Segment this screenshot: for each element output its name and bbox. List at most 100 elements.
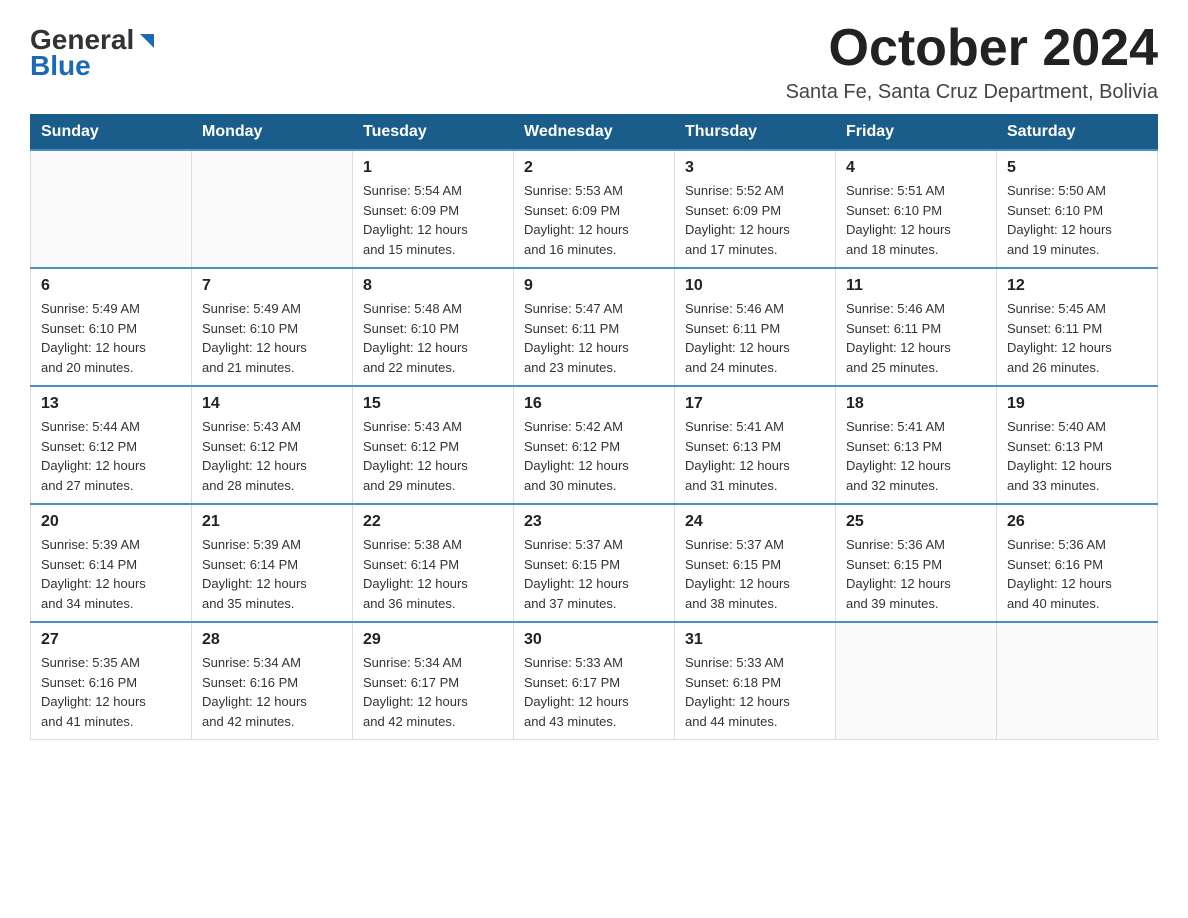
- calendar-cell: 20 Sunrise: 5:39 AMSunset: 6:14 PMDayligh…: [31, 504, 192, 622]
- calendar-cell: 8 Sunrise: 5:48 AMSunset: 6:10 PMDaylight…: [353, 268, 514, 386]
- calendar-cell: 13 Sunrise: 5:44 AMSunset: 6:12 PMDayligh…: [31, 386, 192, 504]
- calendar-cell: 24 Sunrise: 5:37 AMSunset: 6:15 PMDayligh…: [675, 504, 836, 622]
- calendar-cell: 22 Sunrise: 5:38 AMSunset: 6:14 PMDayligh…: [353, 504, 514, 622]
- calendar-cell: 28 Sunrise: 5:34 AMSunset: 6:16 PMDayligh…: [192, 622, 353, 740]
- day-number: 15: [363, 395, 503, 413]
- day-number: 12: [1007, 277, 1147, 295]
- day-number: 18: [846, 395, 986, 413]
- calendar-cell: [192, 150, 353, 268]
- title-area: October 2024 Santa Fe, Santa Cruz Depart…: [786, 20, 1158, 104]
- day-number: 13: [41, 395, 181, 413]
- calendar-cell: [31, 150, 192, 268]
- day-number: 26: [1007, 513, 1147, 531]
- day-number: 5: [1007, 159, 1147, 177]
- calendar-cell: 6 Sunrise: 5:49 AMSunset: 6:10 PMDaylight…: [31, 268, 192, 386]
- day-number: 10: [685, 277, 825, 295]
- calendar-cell: 23 Sunrise: 5:37 AMSunset: 6:15 PMDayligh…: [514, 504, 675, 622]
- day-info: Sunrise: 5:46 AMSunset: 6:11 PMDaylight:…: [846, 299, 986, 377]
- weekday-header-friday: Friday: [836, 115, 997, 151]
- calendar-cell: 31Sunrise: 5:33 AMSunset: 6:18 PMDayligh…: [675, 622, 836, 740]
- day-info: Sunrise: 5:37 AMSunset: 6:15 PMDaylight:…: [524, 535, 664, 613]
- calendar-cell: 16Sunrise: 5:42 AMSunset: 6:12 PMDayligh…: [514, 386, 675, 504]
- day-info: Sunrise: 5:35 AMSunset: 6:16 PMDaylight:…: [41, 653, 181, 731]
- calendar-week-row: 20 Sunrise: 5:39 AMSunset: 6:14 PMDayligh…: [31, 504, 1158, 622]
- day-info: Sunrise: 5:51 AMSunset: 6:10 PMDaylight:…: [846, 181, 986, 259]
- day-info: Sunrise: 5:53 AMSunset: 6:09 PMDaylight:…: [524, 181, 664, 259]
- day-number: 29: [363, 631, 503, 649]
- day-info: Sunrise: 5:40 AMSunset: 6:13 PMDaylight:…: [1007, 417, 1147, 495]
- day-info: Sunrise: 5:36 AMSunset: 6:16 PMDaylight:…: [1007, 535, 1147, 613]
- day-info: Sunrise: 5:50 AMSunset: 6:10 PMDaylight:…: [1007, 181, 1147, 259]
- day-number: 22: [363, 513, 503, 531]
- day-number: 14: [202, 395, 342, 413]
- day-info: Sunrise: 5:49 AMSunset: 6:10 PMDaylight:…: [41, 299, 181, 377]
- day-info: Sunrise: 5:52 AMSunset: 6:09 PMDaylight:…: [685, 181, 825, 259]
- calendar-cell: 29 Sunrise: 5:34 AMSunset: 6:17 PMDayligh…: [353, 622, 514, 740]
- day-info: Sunrise: 5:43 AMSunset: 6:12 PMDaylight:…: [363, 417, 503, 495]
- calendar-cell: 26 Sunrise: 5:36 AMSunset: 6:16 PMDayligh…: [997, 504, 1158, 622]
- logo: General Blue: [30, 20, 158, 82]
- calendar-cell: 1Sunrise: 5:54 AMSunset: 6:09 PMDaylight…: [353, 150, 514, 268]
- calendar-cell: 25Sunrise: 5:36 AMSunset: 6:15 PMDayligh…: [836, 504, 997, 622]
- day-number: 8: [363, 277, 503, 295]
- weekday-header-wednesday: Wednesday: [514, 115, 675, 151]
- logo-triangle-icon: [136, 30, 158, 52]
- month-title: October 2024: [786, 20, 1158, 77]
- day-info: Sunrise: 5:54 AMSunset: 6:09 PMDaylight:…: [363, 181, 503, 259]
- calendar-cell: 19Sunrise: 5:40 AMSunset: 6:13 PMDayligh…: [997, 386, 1158, 504]
- day-info: Sunrise: 5:33 AMSunset: 6:17 PMDaylight:…: [524, 653, 664, 731]
- calendar-cell: [997, 622, 1158, 740]
- calendar-cell: 4 Sunrise: 5:51 AMSunset: 6:10 PMDaylight…: [836, 150, 997, 268]
- calendar-cell: 27 Sunrise: 5:35 AMSunset: 6:16 PMDayligh…: [31, 622, 192, 740]
- day-info: Sunrise: 5:39 AMSunset: 6:14 PMDaylight:…: [41, 535, 181, 613]
- day-number: 6: [41, 277, 181, 295]
- calendar-cell: 21Sunrise: 5:39 AMSunset: 6:14 PMDayligh…: [192, 504, 353, 622]
- page-header: General Blue October 2024 Santa Fe, Sant…: [30, 20, 1158, 104]
- calendar-cell: 5 Sunrise: 5:50 AMSunset: 6:10 PMDaylight…: [997, 150, 1158, 268]
- day-number: 7: [202, 277, 342, 295]
- day-number: 2: [524, 159, 664, 177]
- day-info: Sunrise: 5:44 AMSunset: 6:12 PMDaylight:…: [41, 417, 181, 495]
- day-info: Sunrise: 5:45 AMSunset: 6:11 PMDaylight:…: [1007, 299, 1147, 377]
- calendar-cell: 2 Sunrise: 5:53 AMSunset: 6:09 PMDaylight…: [514, 150, 675, 268]
- day-info: Sunrise: 5:34 AMSunset: 6:17 PMDaylight:…: [363, 653, 503, 731]
- calendar-cell: 9 Sunrise: 5:47 AMSunset: 6:11 PMDaylight…: [514, 268, 675, 386]
- weekday-header-monday: Monday: [192, 115, 353, 151]
- day-info: Sunrise: 5:42 AMSunset: 6:12 PMDaylight:…: [524, 417, 664, 495]
- day-info: Sunrise: 5:37 AMSunset: 6:15 PMDaylight:…: [685, 535, 825, 613]
- calendar-week-row: 1Sunrise: 5:54 AMSunset: 6:09 PMDaylight…: [31, 150, 1158, 268]
- calendar-cell: 11Sunrise: 5:46 AMSunset: 6:11 PMDayligh…: [836, 268, 997, 386]
- day-number: 27: [41, 631, 181, 649]
- calendar-cell: 15 Sunrise: 5:43 AMSunset: 6:12 PMDayligh…: [353, 386, 514, 504]
- calendar-cell: [836, 622, 997, 740]
- day-info: Sunrise: 5:46 AMSunset: 6:11 PMDaylight:…: [685, 299, 825, 377]
- day-info: Sunrise: 5:38 AMSunset: 6:14 PMDaylight:…: [363, 535, 503, 613]
- day-info: Sunrise: 5:43 AMSunset: 6:12 PMDaylight:…: [202, 417, 342, 495]
- day-info: Sunrise: 5:34 AMSunset: 6:16 PMDaylight:…: [202, 653, 342, 731]
- day-number: 17: [685, 395, 825, 413]
- day-number: 9: [524, 277, 664, 295]
- calendar-cell: 30Sunrise: 5:33 AMSunset: 6:17 PMDayligh…: [514, 622, 675, 740]
- weekday-header-saturday: Saturday: [997, 115, 1158, 151]
- day-number: 4: [846, 159, 986, 177]
- calendar-week-row: 13 Sunrise: 5:44 AMSunset: 6:12 PMDayligh…: [31, 386, 1158, 504]
- logo-blue-text: Blue: [30, 50, 91, 82]
- day-number: 20: [41, 513, 181, 531]
- calendar-cell: 3Sunrise: 5:52 AMSunset: 6:09 PMDaylight…: [675, 150, 836, 268]
- day-info: Sunrise: 5:47 AMSunset: 6:11 PMDaylight:…: [524, 299, 664, 377]
- location-subtitle: Santa Fe, Santa Cruz Department, Bolivia: [786, 81, 1158, 104]
- calendar-cell: 7Sunrise: 5:49 AMSunset: 6:10 PMDaylight…: [192, 268, 353, 386]
- day-number: 23: [524, 513, 664, 531]
- weekday-header-thursday: Thursday: [675, 115, 836, 151]
- weekday-header-tuesday: Tuesday: [353, 115, 514, 151]
- calendar-week-row: 6 Sunrise: 5:49 AMSunset: 6:10 PMDaylight…: [31, 268, 1158, 386]
- day-number: 25: [846, 513, 986, 531]
- calendar-cell: 18 Sunrise: 5:41 AMSunset: 6:13 PMDayligh…: [836, 386, 997, 504]
- day-info: Sunrise: 5:39 AMSunset: 6:14 PMDaylight:…: [202, 535, 342, 613]
- weekday-header-sunday: Sunday: [31, 115, 192, 151]
- day-info: Sunrise: 5:41 AMSunset: 6:13 PMDaylight:…: [846, 417, 986, 495]
- day-info: Sunrise: 5:48 AMSunset: 6:10 PMDaylight:…: [363, 299, 503, 377]
- weekday-header-row: SundayMondayTuesdayWednesdayThursdayFrid…: [31, 115, 1158, 151]
- day-number: 24: [685, 513, 825, 531]
- day-number: 28: [202, 631, 342, 649]
